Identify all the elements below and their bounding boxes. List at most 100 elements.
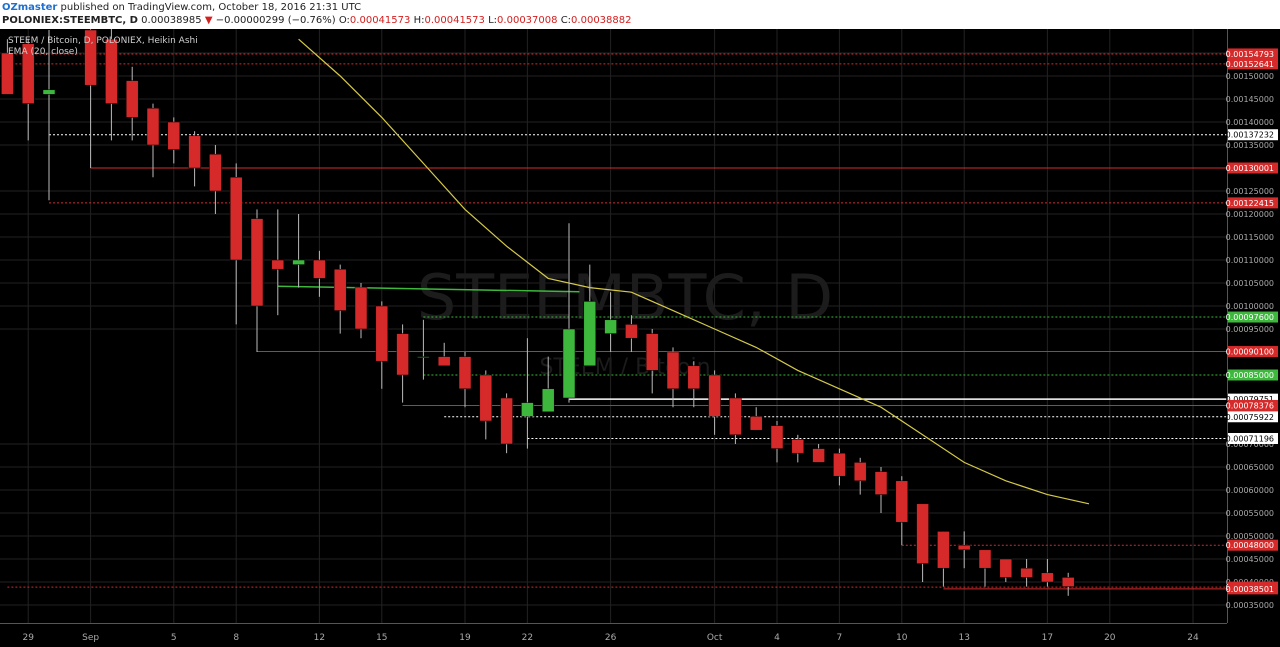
symbol-label[interactable]: POLONIEX:STEEMBTC, D — [2, 15, 138, 26]
price-level-label: 0.00048000 — [1226, 541, 1274, 550]
candle-body — [229, 176, 243, 261]
candle-body — [687, 365, 701, 390]
chart-canvas[interactable]: STEEMBTC, DSTEEM / Bitcoin0.001550000.00… — [0, 29, 1280, 647]
price-tick-label: 0.00060000 — [1226, 486, 1274, 495]
time-tick-label: 10 — [896, 633, 908, 643]
candle-body — [999, 558, 1013, 578]
price-tick-label: 0.00055000 — [1226, 509, 1274, 518]
candle-body — [42, 89, 56, 95]
time-tick-label: 24 — [1187, 633, 1199, 643]
low-value: 0.00037008 — [497, 15, 558, 26]
candle-body — [562, 328, 576, 399]
price-level-label: 0.00078376 — [1226, 401, 1274, 410]
candle-body — [916, 503, 929, 564]
time-tick-label: 5 — [171, 633, 177, 643]
down-arrow-icon: ▼ — [204, 15, 213, 26]
price-change: −0.00000299 (−0.76%) — [215, 15, 336, 26]
candle-body — [105, 38, 118, 104]
candle-body — [250, 218, 264, 307]
time-tick-label: 29 — [22, 633, 34, 643]
candle-body — [1061, 577, 1075, 587]
candle-body — [957, 544, 971, 551]
price-level-label: 0.00122415 — [1226, 199, 1274, 208]
price-tick-label: 0.00125000 — [1226, 187, 1274, 196]
chart-header: OZmaster published on TradingView.com, O… — [0, 0, 1280, 29]
candle-body — [417, 356, 430, 358]
candle-body — [1041, 572, 1054, 583]
price-level-label: 0.00137232 — [1226, 131, 1274, 140]
open-value: 0.00041573 — [349, 15, 411, 26]
candle-body — [770, 425, 784, 449]
price-level-label: 0.00085000 — [1226, 371, 1274, 380]
price-tick-label: 0.00050000 — [1226, 532, 1274, 541]
candle-body — [209, 153, 222, 192]
candle-body — [625, 324, 638, 339]
candle-body — [895, 480, 909, 523]
publish-line: OZmaster published on TradingView.com, O… — [2, 2, 361, 13]
time-tick-label: Oct — [707, 633, 723, 643]
candle-body — [937, 531, 950, 569]
candle-body — [167, 121, 181, 150]
candle-body — [375, 305, 389, 362]
candle-body — [146, 107, 160, 146]
author-link[interactable]: OZmaster — [2, 2, 57, 13]
time-tick-label: 17 — [1042, 633, 1053, 643]
last-price: 0.00038985 — [141, 15, 202, 26]
price-tick-label: 0.00135000 — [1226, 141, 1274, 150]
high-value: 0.00041573 — [424, 15, 485, 26]
price-tick-label: 0.00150000 — [1226, 72, 1274, 81]
price-level-label: 0.00071196 — [1226, 434, 1274, 443]
candle-body — [749, 416, 763, 431]
candle-body — [500, 397, 513, 445]
publish-info: published on TradingView.com, October 18… — [57, 2, 362, 13]
time-tick-label: 19 — [459, 633, 471, 643]
open-label: O: — [338, 15, 350, 26]
candle-body — [729, 397, 742, 436]
price-tick-label: 0.00145000 — [1226, 95, 1274, 104]
candle-body — [604, 319, 617, 334]
candle-body — [1020, 567, 1033, 578]
price-level-label: 0.00152641 — [1226, 60, 1274, 69]
time-tick-label: 22 — [522, 633, 533, 643]
time-tick-label: 7 — [837, 633, 843, 643]
price-chart[interactable]: STEEMBTC, DSTEEM / Bitcoin0.001550000.00… — [0, 29, 1280, 647]
candle-body — [396, 333, 409, 376]
candle-body — [354, 287, 368, 330]
price-tick-label: 0.00100000 — [1226, 302, 1274, 311]
time-tick-label: 4 — [774, 633, 780, 643]
price-tick-label: 0.00110000 — [1226, 256, 1274, 265]
candle-body — [292, 259, 305, 265]
time-tick-label: 15 — [376, 633, 387, 643]
candle-body — [853, 462, 867, 482]
series-legend: STEEM / Bitcoin, D, POLONIEX, Heikin Ash… — [8, 36, 198, 46]
price-tick-label: 0.00140000 — [1226, 118, 1274, 127]
close-value: 0.00038882 — [571, 15, 632, 26]
price-tick-label: 0.00120000 — [1226, 210, 1274, 219]
ema-legend: EMA (20, close) — [8, 47, 78, 57]
time-tick-label: 12 — [314, 633, 325, 643]
candle-body — [583, 301, 597, 367]
candle-body — [333, 268, 347, 311]
candle-body — [437, 356, 451, 367]
price-tick-label: 0.00095000 — [1226, 325, 1274, 334]
quote-line: POLONIEX:STEEMBTC, D 0.00038985 ▼ −0.000… — [2, 15, 632, 26]
price-level-label: 0.00154793 — [1226, 50, 1274, 59]
candle-body — [978, 549, 992, 569]
candle-body — [812, 448, 825, 463]
candle-body — [645, 333, 659, 371]
time-tick-label: 8 — [233, 633, 239, 643]
candle-body — [833, 452, 846, 477]
watermark-symbol: STEEMBTC, D — [417, 261, 833, 334]
price-level-label: 0.00130001 — [1226, 164, 1274, 173]
close-label: C: — [560, 15, 572, 26]
price-level-label: 0.00090100 — [1226, 348, 1274, 357]
price-level-label: 0.00075922 — [1226, 413, 1274, 422]
time-tick-label: Sep — [82, 633, 99, 643]
candle-body — [541, 388, 555, 413]
candle-body — [521, 402, 534, 417]
price-tick-label: 0.00045000 — [1226, 555, 1274, 564]
high-label: H: — [413, 15, 425, 26]
candle-body — [479, 374, 493, 422]
candle-body — [666, 351, 680, 390]
candle-body — [874, 471, 888, 495]
